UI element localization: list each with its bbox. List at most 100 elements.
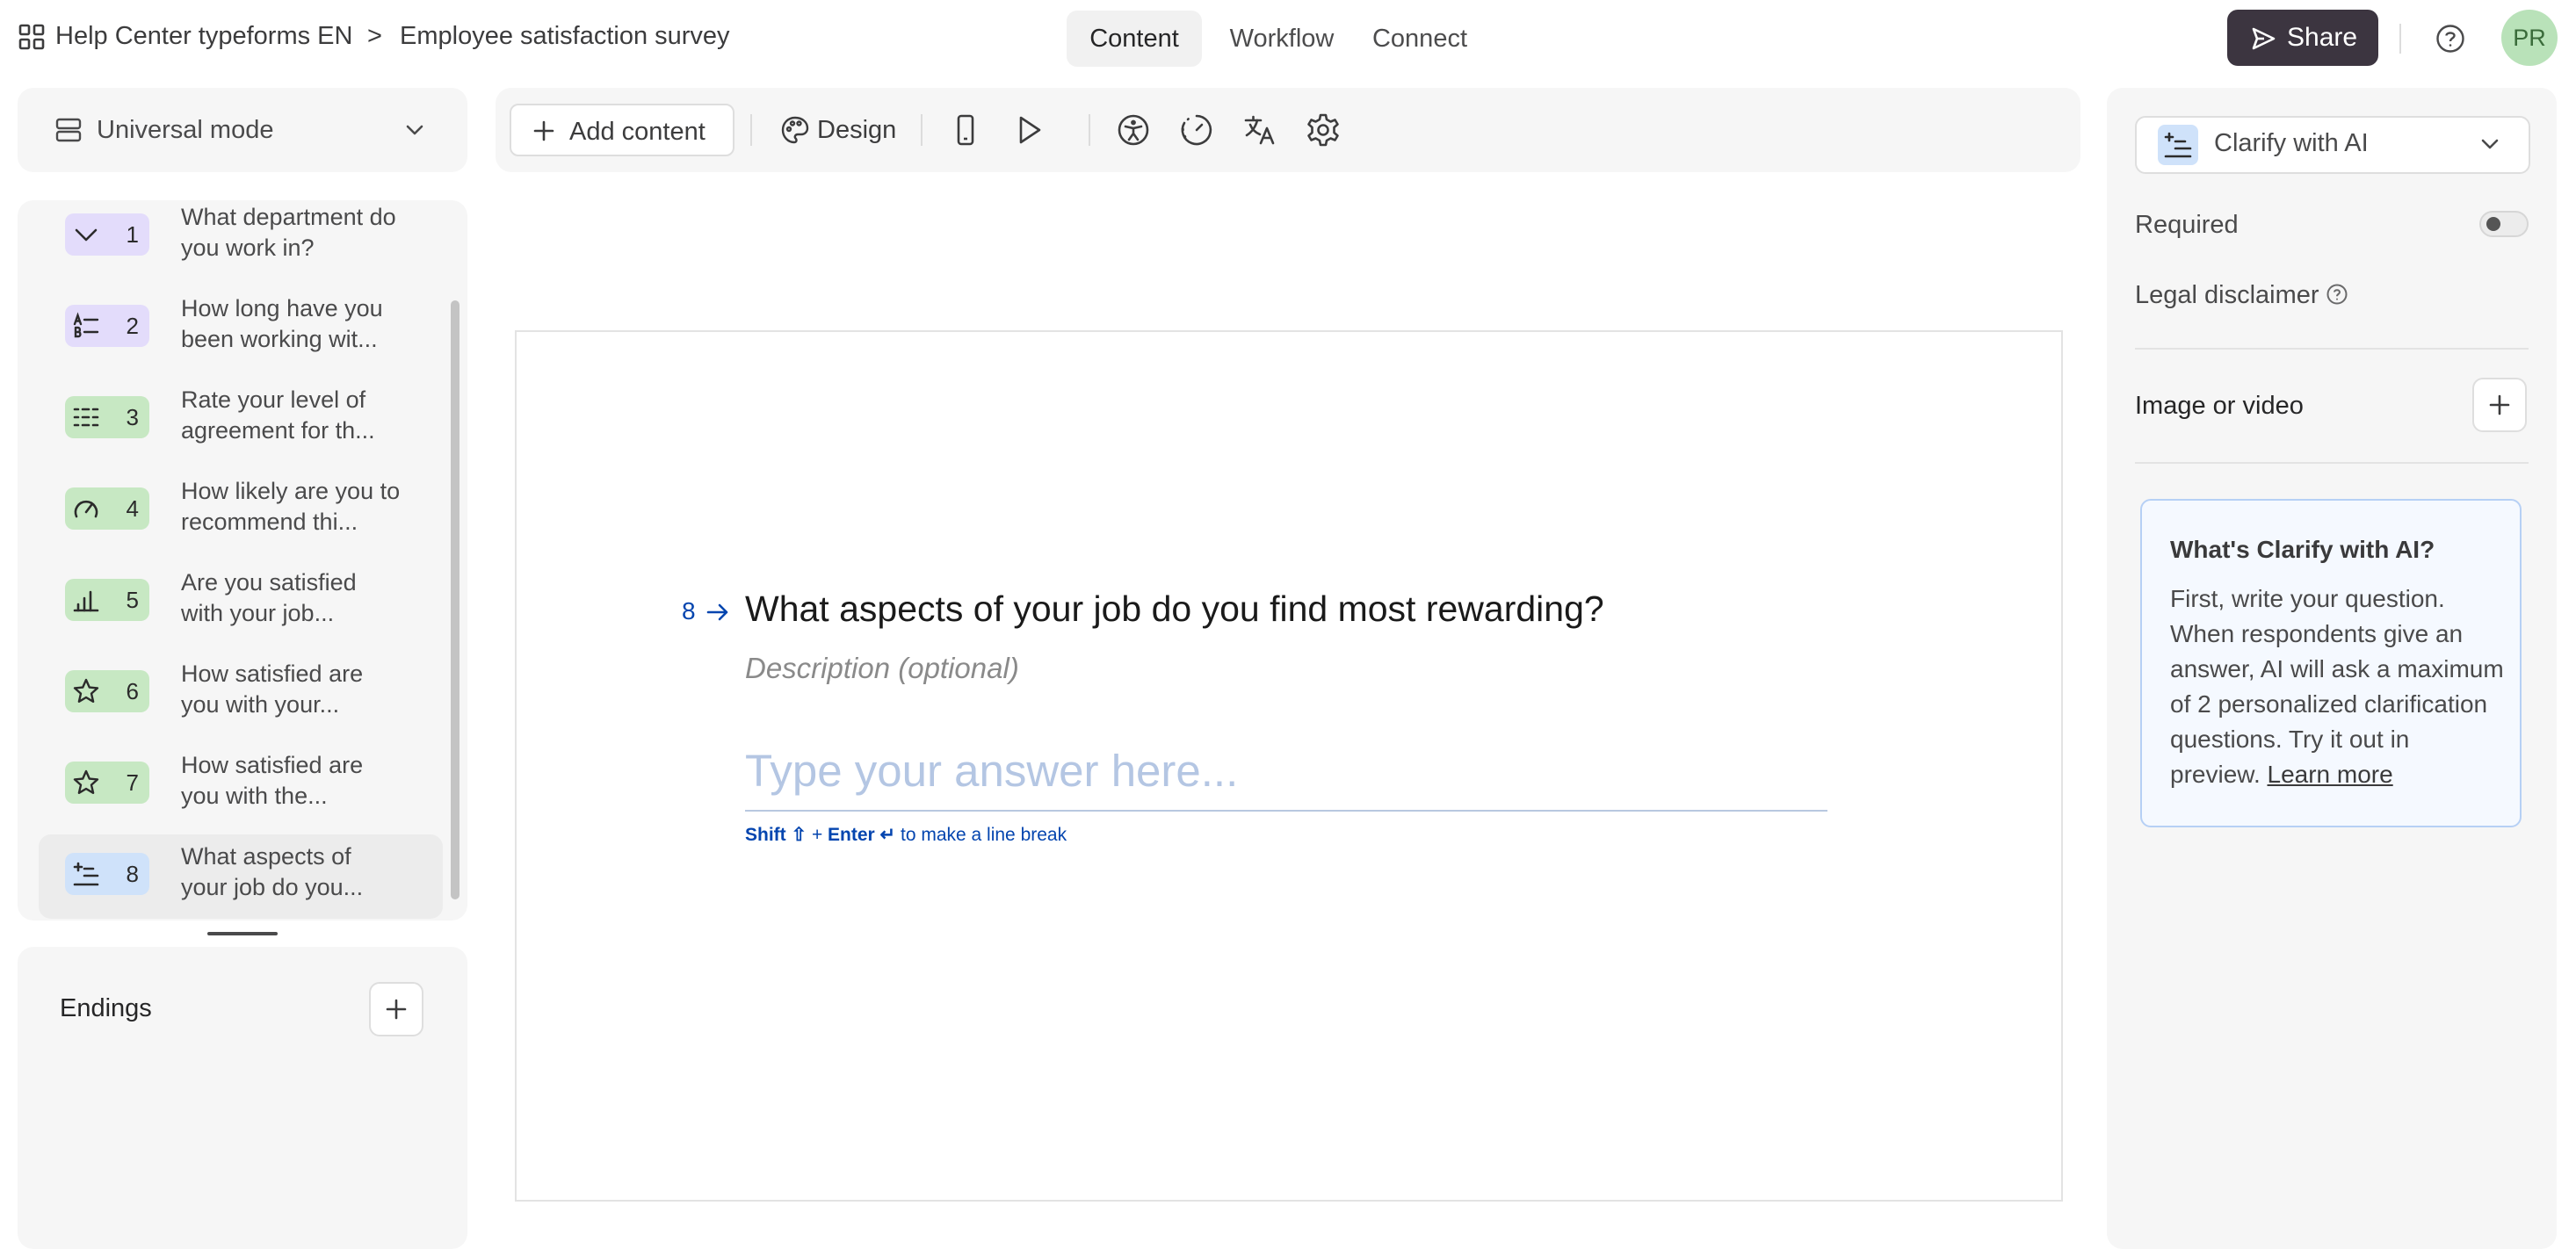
hint-shift-key: Shift ⇧ [745,825,807,845]
list-item[interactable]: 1 What department do you work in? [39,200,443,279]
list-scrollbar[interactable] [451,300,459,899]
breadcrumb-form-title[interactable]: Employee satisfaction survey [400,22,730,51]
required-toggle[interactable] [2479,211,2529,237]
line-break-hint: Shift ⇧ + Enter ↵ to make a line break [745,824,1067,846]
star-icon [72,769,100,797]
settings-divider [2135,348,2529,350]
toolbar-divider [750,114,752,146]
add-ending-button[interactable] [369,982,423,1036]
answer-field[interactable]: Type your answer here... [745,740,1827,812]
toolbar-divider [921,114,923,146]
top-bar: Help Center typeforms EN > Employee sati… [0,0,2576,77]
matrix-icon [72,403,100,431]
gauge-icon [72,495,100,523]
question-list: 1 What department do you work in? 2 How … [18,200,467,921]
question-type-select[interactable]: Clarify with AI [2135,116,2530,174]
question-title: What department do you work in? [181,204,396,261]
apps-grid-icon[interactable] [18,23,46,51]
list-item[interactable]: 7 How satisfied are you with the... [39,743,443,827]
info-icon[interactable] [2326,283,2348,306]
breadcrumb-workspace[interactable]: Help Center typeforms EN [55,22,352,51]
question-title: How likely are you to recommend thi... [181,478,401,535]
required-label: Required [2135,211,2239,239]
settings-divider [2135,462,2529,464]
info-body-text: First, write your question. When respond… [2170,585,2504,788]
share-label: Share [2287,23,2358,52]
avatar[interactable]: PR [2501,10,2558,66]
question-type-badge: 5 [65,579,149,621]
list-item-selected[interactable]: 8 What aspects of your job do you... [39,834,443,919]
chevron-down-icon [402,118,427,142]
multiple-choice-icon [72,312,100,340]
plus-icon [385,998,408,1021]
list-item[interactable]: 4 How likely are you to recommend thi... [39,469,443,553]
plus-icon [2488,393,2511,416]
question-preview-canvas: 8 What aspects of your job do you find m… [515,330,2063,1202]
legal-disclaimer-label: Legal disclaimer [2135,281,2319,309]
accessibility-icon[interactable] [1115,112,1152,148]
mode-selector[interactable]: Universal mode [18,88,467,172]
mobile-preview-icon[interactable] [947,112,984,148]
hint-text: to make a line break [901,825,1067,845]
answer-placeholder: Type your answer here... [745,746,1239,796]
question-type-badge: 2 [65,305,149,347]
question-description-input[interactable]: Description (optional) [745,652,1019,685]
list-item[interactable]: 5 Are you satisfied with your job... [39,560,443,645]
question-title: What aspects of your job do you... [181,843,364,900]
translate-icon[interactable] [1241,112,1278,148]
toolbar-divider [1089,114,1090,146]
question-number: 8 [682,597,696,624]
dropdown-icon [72,220,100,249]
progress-loader-icon[interactable] [1178,112,1215,148]
question-title: Rate your level of agreement for th... [181,386,375,444]
question-type-badge: 1 [65,213,149,256]
star-icon [72,677,100,705]
toggle-knob [2486,217,2500,231]
layout-icon [54,116,83,144]
info-title: What's Clarify with AI? [2170,536,2435,563]
info-body: First, write your question. When respond… [2170,581,2504,792]
question-title: How satisfied are you with the... [181,752,364,809]
tab-workflow[interactable]: Workflow [1216,11,1348,67]
preview-play-icon[interactable] [1010,112,1047,148]
topbar-divider [2399,24,2401,54]
design-label: Design [817,116,897,144]
tab-connect[interactable]: Connect [1358,11,1481,67]
settings-gear-icon[interactable] [1305,112,1342,148]
opinion-scale-icon [72,586,100,614]
add-media-button[interactable] [2472,378,2527,432]
mode-label: Universal mode [97,116,274,144]
clarify-ai-icon [72,860,100,888]
hint-enter-key: Enter ↵ [828,825,896,845]
list-item[interactable]: 6 How satisfied are you with your... [39,652,443,736]
question-type-badge: 4 [65,487,149,530]
image-video-label: Image or video [2135,392,2304,420]
list-item[interactable]: 2 How long have you been working wit... [39,286,443,371]
tab-content[interactable]: Content [1067,11,1202,67]
learn-more-link[interactable]: Learn more [2268,761,2393,788]
clarify-ai-info-box: What's Clarify with AI? First, write you… [2140,499,2522,827]
editor-toolbar: Add content Design [496,88,2080,172]
question-type-badge: 7 [65,762,149,804]
breadcrumb-separator: > [367,22,382,50]
clarify-ai-icon [2158,125,2198,165]
panel-resize-handle[interactable] [207,932,278,935]
plus-icon [532,119,555,142]
endings-title: Endings [60,994,152,1022]
question-type-badge: 8 [65,853,149,895]
list-item[interactable]: 3 Rate your level of agreement for th... [39,378,443,462]
help-icon[interactable] [2435,24,2465,54]
share-button[interactable]: Share [2227,10,2378,66]
hint-plus: + [811,825,823,845]
design-button[interactable]: Design [766,104,907,156]
question-title: How long have you been working wit... [181,295,383,352]
palette-icon [780,115,810,145]
question-title: Are you satisfied with your job... [181,569,357,626]
question-type-badge: 6 [65,670,149,712]
add-content-button[interactable]: Add content [510,104,734,156]
question-type-label: Clarify with AI [2214,129,2369,157]
send-icon [2250,25,2276,52]
question-type-badge: 3 [65,396,149,438]
question-title-input[interactable]: What aspects of your job do you find mos… [745,588,1604,630]
endings-panel: Endings [18,947,467,1249]
